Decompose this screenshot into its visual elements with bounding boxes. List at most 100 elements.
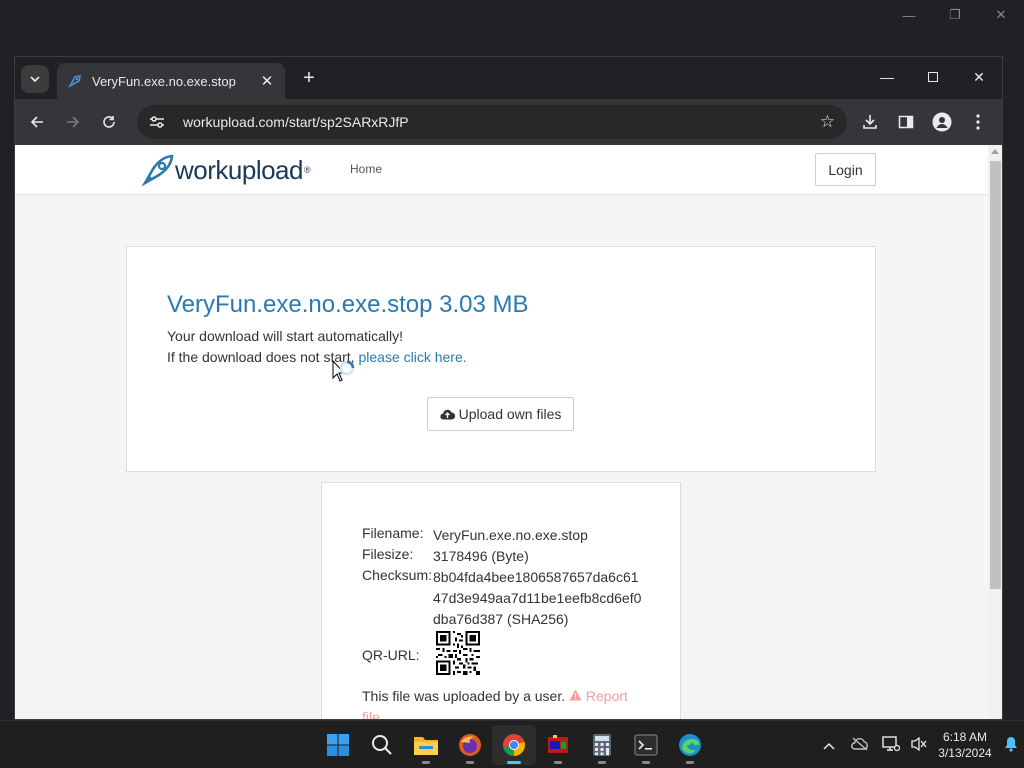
- qr-url-label: QR-URL:: [362, 647, 420, 663]
- download-card: VeryFun.exe.no.exe.stop 3.03 MB Your dow…: [126, 246, 876, 472]
- new-tab-button[interactable]: +: [297, 66, 321, 90]
- folder-icon: [414, 737, 438, 755]
- qr-row: QR-URL:: [362, 647, 433, 663]
- reload-icon: [103, 116, 115, 128]
- clock-time: 6:18 AM: [942, 730, 988, 744]
- auto-download-text: Your download will start automatically!: [167, 328, 404, 344]
- file-title: VeryFun.exe.no.exe.stop 3.03 MB: [167, 291, 529, 318]
- back-button[interactable]: [19, 104, 55, 140]
- rocket-logo-icon: [141, 154, 174, 187]
- registered-mark: ®: [303, 165, 311, 175]
- running-indicator: [422, 761, 430, 764]
- file-info-card: Filename: VeryFun.exe.no.exe.stop Filesi…: [321, 482, 681, 719]
- onedrive-offline-icon[interactable]: [844, 736, 876, 754]
- taskbar-file-explorer[interactable]: [404, 725, 448, 765]
- firefox-icon: [459, 734, 481, 756]
- terminal-icon: [634, 734, 658, 756]
- calculator-icon: [593, 734, 611, 756]
- uploaded-notice: This file was uploaded by a user.: [362, 688, 566, 704]
- manual-download-prefix: If the download does not start,: [167, 349, 359, 365]
- show-hidden-icons-chevron-icon[interactable]: [814, 738, 844, 753]
- running-indicator: [598, 761, 606, 764]
- chevron-down-icon: [30, 76, 40, 82]
- taskbar-terminal[interactable]: [624, 725, 668, 765]
- running-indicator: [642, 761, 650, 764]
- running-indicator: [554, 761, 562, 764]
- taskbar-apps: [316, 725, 712, 765]
- upload-own-files-label: Upload own files: [458, 406, 562, 422]
- scrollbar-thumb[interactable]: [990, 161, 1001, 589]
- url-text: workupload.com/start/sp2SARxRJfP: [183, 114, 409, 130]
- filesize-value: 3178496 (Byte): [433, 548, 529, 564]
- filename-label: Filename:: [362, 525, 424, 541]
- tab-search-dropdown[interactable]: [21, 65, 49, 93]
- running-indicator: [686, 761, 694, 764]
- taskbar-edge[interactable]: [668, 725, 712, 765]
- reload-button[interactable]: [91, 104, 127, 140]
- login-button[interactable]: Login: [815, 153, 876, 186]
- clock[interactable]: 6:18 AM 3/13/2024: [932, 729, 998, 761]
- system-tray: 6:18 AM 3/13/2024: [814, 721, 1024, 768]
- menu-kebab-icon[interactable]: [960, 104, 996, 140]
- address-bar[interactable]: workupload.com/start/sp2SARxRJfP ☆: [137, 105, 847, 139]
- back-arrow-icon: [30, 116, 43, 128]
- side-panel-icon[interactable]: [888, 104, 924, 140]
- site-header: workupload ® Home Login: [15, 145, 1002, 195]
- qr-code-image: [436, 631, 480, 675]
- taskbar-calculator[interactable]: [580, 725, 624, 765]
- tab-active[interactable]: VeryFun.exe.no.exe.stop ✕: [57, 63, 285, 99]
- checksum-row: Checksum: 8b04fda4bee1806587657da6c6147d…: [362, 567, 643, 630]
- close-icon[interactable]: ✕: [956, 57, 1002, 97]
- page-scrollbar[interactable]: [988, 145, 1002, 719]
- nav-home-link[interactable]: Home: [350, 162, 382, 176]
- chrome-icon: [503, 734, 525, 756]
- tab-bar: VeryFun.exe.no.exe.stop ✕ + — ✕: [15, 57, 1002, 99]
- download-icon[interactable]: [852, 104, 888, 140]
- scroll-up-arrow-icon[interactable]: [991, 149, 999, 154]
- close-icon[interactable]: ✕: [978, 0, 1024, 30]
- active-indicator: [507, 761, 521, 764]
- minimize-icon[interactable]: —: [886, 0, 932, 30]
- workupload-favicon-icon: [67, 73, 83, 89]
- window-controls: — ✕: [864, 57, 1002, 97]
- maximize-icon[interactable]: [910, 57, 956, 97]
- clock-date: 3/13/2024: [938, 746, 992, 760]
- checksum-label: Checksum:: [362, 567, 433, 583]
- app-window-icon: [548, 735, 568, 753]
- network-icon[interactable]: [876, 735, 906, 755]
- taskbar-app-4[interactable]: [536, 725, 580, 765]
- windows-logo-icon: [327, 734, 349, 756]
- checksum-value: 8b04fda4bee1806587657da6c6147d3e949aa7d1…: [433, 569, 642, 627]
- profile-avatar-icon[interactable]: [924, 104, 960, 140]
- upload-own-files-button[interactable]: Upload own files: [427, 397, 574, 431]
- taskbar-chrome[interactable]: [492, 725, 536, 765]
- manual-download-text: If the download does not start, please c…: [167, 349, 467, 365]
- browser-toolbar: workupload.com/start/sp2SARxRJfP ☆: [15, 99, 1002, 145]
- notification-bell-icon[interactable]: [998, 736, 1024, 755]
- bookmark-star-icon[interactable]: ☆: [820, 112, 835, 132]
- taskbar-firefox[interactable]: [448, 725, 492, 765]
- forward-arrow-icon: [67, 116, 80, 128]
- outer-window-controls: — ❐ ✕: [886, 0, 1024, 30]
- workupload-logo[interactable]: workupload ®: [141, 153, 311, 187]
- start-button[interactable]: [316, 725, 360, 765]
- toolbar-actions: [852, 104, 996, 140]
- cloud-upload-icon: [440, 408, 455, 420]
- search-button[interactable]: [360, 725, 404, 765]
- search-icon: [372, 735, 392, 755]
- site-info-icon[interactable]: [149, 115, 169, 129]
- warning-icon: [569, 689, 582, 701]
- filesize-label: Filesize:: [362, 546, 414, 562]
- filesize-row: Filesize: 3178496 (Byte): [362, 546, 643, 567]
- filename-row: Filename: VeryFun.exe.no.exe.stop: [362, 525, 643, 546]
- restore-icon[interactable]: ❐: [932, 0, 978, 30]
- minimize-icon[interactable]: —: [864, 57, 910, 97]
- volume-muted-icon[interactable]: [906, 736, 932, 755]
- tab-title: VeryFun.exe.no.exe.stop: [92, 73, 236, 89]
- running-indicator: [466, 761, 474, 764]
- forward-button[interactable]: [55, 104, 91, 140]
- page-viewport: workupload ® Home Login VeryFun.exe.no.ex…: [15, 145, 1002, 719]
- tab-close-icon[interactable]: ✕: [259, 72, 275, 90]
- manual-download-link[interactable]: please click here.: [358, 349, 466, 365]
- filename-value: VeryFun.exe.no.exe.stop: [433, 527, 588, 543]
